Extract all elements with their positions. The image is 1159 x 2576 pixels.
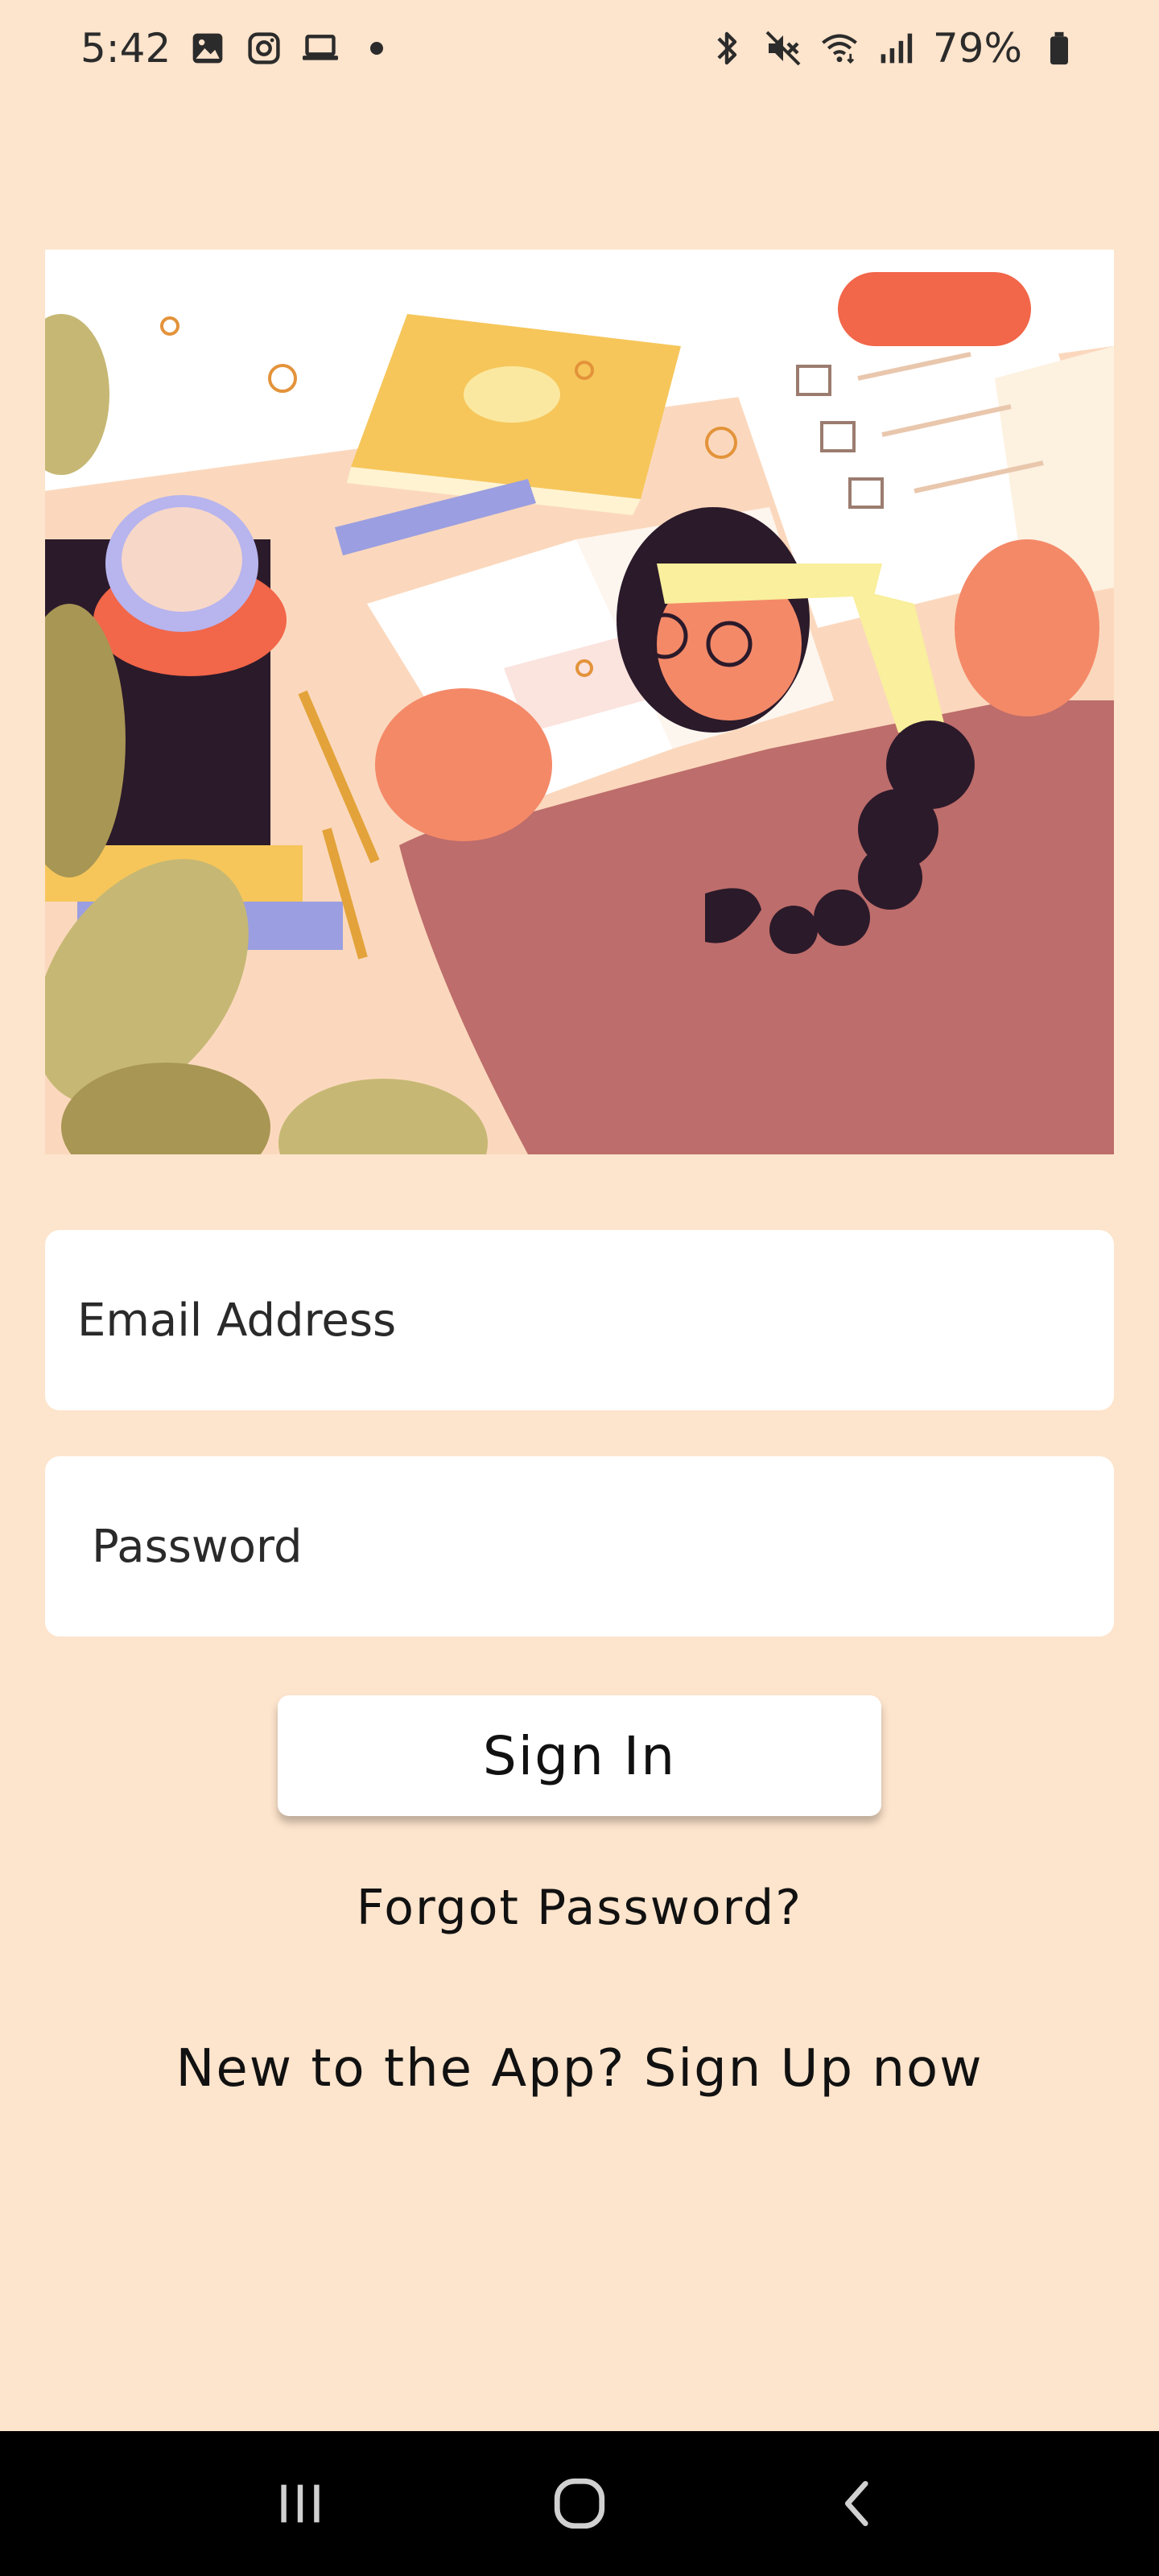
email-input[interactable] xyxy=(77,1230,1114,1410)
laptop-icon xyxy=(301,29,340,68)
wifi-icon xyxy=(820,29,859,68)
password-input[interactable] xyxy=(92,1456,1114,1637)
navigation-bar xyxy=(0,2431,1159,2576)
sign-up-link[interactable]: New to the App? Sign Up now xyxy=(0,2039,1159,2099)
bluetooth-icon xyxy=(707,29,746,68)
forgot-password-link[interactable]: Forgot Password? xyxy=(0,1880,1159,1936)
status-left: 5:42 xyxy=(80,25,396,72)
battery-percentage: 79% xyxy=(932,25,1022,72)
mute-icon xyxy=(764,29,802,68)
student-studying-illustration xyxy=(45,250,1114,1154)
recents-icon[interactable] xyxy=(252,2455,349,2552)
email-field[interactable] xyxy=(45,1230,1114,1410)
status-bar: 5:42 79% xyxy=(0,0,1159,97)
password-field[interactable] xyxy=(45,1456,1114,1637)
status-right: 79% xyxy=(707,25,1079,72)
back-icon[interactable] xyxy=(810,2455,907,2552)
instagram-icon xyxy=(245,29,283,68)
battery-icon xyxy=(1040,29,1079,68)
home-icon[interactable] xyxy=(531,2455,628,2552)
signal-icon xyxy=(876,29,915,68)
status-time: 5:42 xyxy=(80,25,171,72)
dot-icon xyxy=(357,29,396,68)
sign-in-button[interactable]: Sign In xyxy=(278,1695,881,1816)
gallery-icon xyxy=(188,29,227,68)
